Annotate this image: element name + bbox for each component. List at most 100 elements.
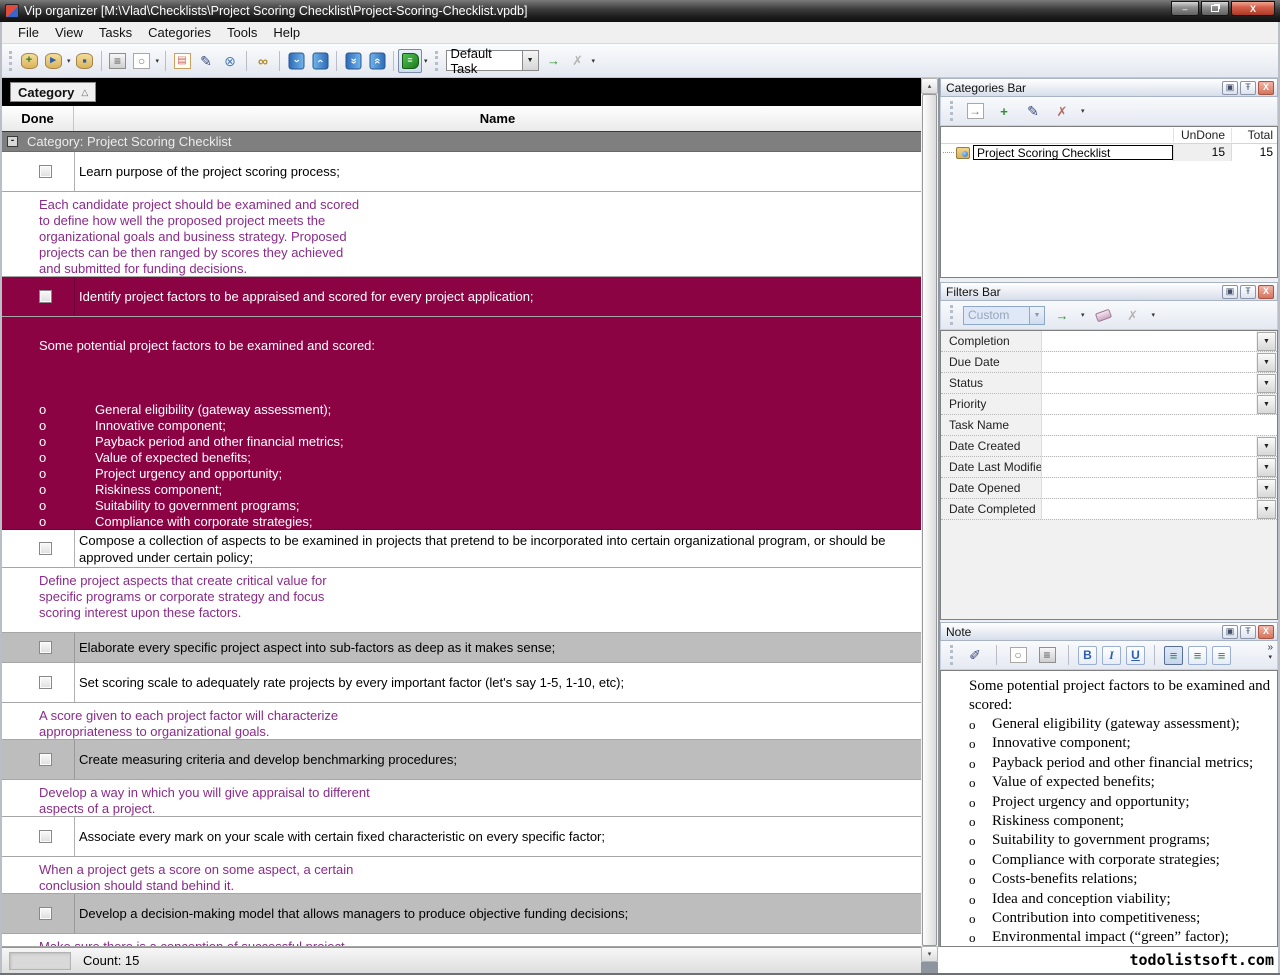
notes-toggle-button[interactable]: ≡ (398, 49, 422, 73)
task-checkbox[interactable] (39, 676, 52, 689)
apply-template-button[interactable]: → (542, 49, 566, 73)
collapse-expander-icon[interactable]: - (7, 136, 18, 147)
close-button[interactable]: X (1231, 1, 1275, 16)
filter-value-field[interactable] (1041, 499, 1256, 519)
dropdown-arrow-icon[interactable]: ▼ (1257, 458, 1276, 477)
task-note[interactable]: When a project gets a score on some aspe… (2, 857, 921, 894)
panel-restore-button[interactable]: ▣ (1222, 625, 1238, 639)
edit-category-button[interactable]: ✎ (1021, 99, 1045, 123)
underline-button[interactable]: U (1126, 646, 1145, 665)
menu-file[interactable]: File (10, 23, 47, 42)
category-name[interactable]: Project Scoring Checklist (973, 145, 1173, 160)
dropdown-arrow-icon[interactable]: ▼ (1257, 353, 1276, 372)
task-row[interactable]: Set scoring scale to adequately rate pro… (2, 663, 921, 703)
note-print-button[interactable]: ≡ (1035, 643, 1059, 667)
new-subcategory-button[interactable]: + (992, 99, 1016, 123)
dropdown-arrow-icon[interactable]: ▼ (1257, 374, 1276, 393)
category-row[interactable]: Project Scoring Checklist 15 15 (941, 144, 1277, 161)
scrollbar-thumb[interactable] (922, 94, 937, 946)
minimize-button[interactable]: – (1171, 1, 1199, 16)
clear-task-button[interactable]: ⊗ (218, 49, 242, 73)
categories-toolbar-grip[interactable] (950, 101, 953, 121)
note-toolbar-overflow-button[interactable]: » ▾ (1266, 643, 1274, 663)
task-note-clipped[interactable]: Make sure there is a conception of succe… (2, 934, 921, 947)
task-row[interactable]: Learn purpose of the project scoring pro… (2, 152, 921, 192)
column-header-undone[interactable]: UnDone (1173, 128, 1231, 142)
column-header-total[interactable]: Total (1231, 128, 1277, 142)
scroll-up-button[interactable]: ▴ (921, 78, 938, 94)
filter-value-field[interactable] (1041, 373, 1256, 393)
task-checkbox[interactable] (39, 542, 52, 555)
toolbar-grip[interactable] (9, 51, 12, 71)
delete-template-button[interactable]: ✗ (566, 49, 590, 73)
filter-value-field[interactable] (1041, 394, 1256, 414)
attach-note-button[interactable]: ✐ (963, 643, 987, 667)
task-note[interactable]: Develop a way in which you will give app… (2, 780, 921, 817)
dropdown-arrow-icon[interactable]: ▼ (1257, 437, 1276, 456)
filter-value-field[interactable] (1041, 415, 1277, 435)
column-header-name[interactable]: Name (74, 106, 921, 131)
bullet-list-button[interactable]: ≡ (1212, 646, 1231, 665)
filter-value-field[interactable] (1041, 436, 1256, 456)
notes-toggle-caret-icon[interactable]: ▾ (424, 57, 428, 65)
panel-close-button[interactable]: X (1258, 81, 1274, 95)
task-row[interactable]: Elaborate every specific project aspect … (2, 633, 921, 663)
bold-button[interactable]: B (1078, 646, 1097, 665)
panel-pin-button[interactable]: Ŧ (1240, 81, 1256, 95)
new-category-button[interactable]: → (963, 99, 987, 123)
panel-pin-button[interactable]: Ŧ (1240, 625, 1256, 639)
delete-category-button[interactable]: ✗ (1050, 99, 1074, 123)
group-by-category-button[interactable]: Category △ (10, 82, 96, 102)
search-button[interactable]: ∞ (251, 49, 275, 73)
task-checkbox[interactable] (39, 830, 52, 843)
task-note[interactable]: Define project aspects that create criti… (2, 568, 921, 633)
menu-tools[interactable]: Tools (219, 23, 265, 42)
note-preview-button[interactable]: ○ (1006, 643, 1030, 667)
list-scrollbar[interactable]: ▴ ▾ (921, 78, 938, 962)
task-note[interactable]: Each candidate project should be examine… (2, 192, 921, 277)
print-preview-caret-icon[interactable]: ▾ (156, 57, 160, 65)
filter-value-field[interactable] (1041, 352, 1256, 372)
panel-close-button[interactable]: X (1258, 285, 1274, 299)
move-up-button[interactable]: › (308, 49, 332, 73)
panel-restore-button[interactable]: ▣ (1222, 285, 1238, 299)
edit-task-button[interactable]: ✎ (194, 49, 218, 73)
open-database-button[interactable]: ▸ (41, 49, 65, 73)
categories-bar-title[interactable]: Categories Bar ▣ Ŧ X (940, 78, 1278, 97)
panel-restore-button[interactable]: ▣ (1222, 81, 1238, 95)
task-checkbox[interactable] (39, 641, 52, 654)
scroll-down-button[interactable]: ▾ (921, 946, 938, 962)
new-database-button[interactable]: + (17, 49, 41, 73)
move-down-button[interactable]: › (284, 49, 308, 73)
print-preview-button[interactable]: ○ (130, 49, 154, 73)
task-row[interactable]: Compose a collection of aspects to be ex… (2, 530, 921, 568)
align-right-button[interactable]: ≡ (1188, 646, 1207, 665)
task-note-selected[interactable]: Some potential project factors to be exa… (2, 317, 921, 530)
toolbar-grip-2[interactable] (435, 51, 438, 71)
move-to-top-button[interactable]: » (365, 49, 389, 73)
dropdown-arrow-icon[interactable]: ▼ (1257, 500, 1276, 519)
dropdown-arrow-icon[interactable]: ▼ (1257, 395, 1276, 414)
task-checkbox[interactable] (39, 290, 52, 303)
panel-close-button[interactable]: X (1258, 625, 1274, 639)
filter-value-field[interactable] (1041, 478, 1256, 498)
column-header-done[interactable]: Done (2, 106, 74, 131)
new-task-button[interactable]: ▤ (170, 49, 194, 73)
move-to-bottom-button[interactable]: » (341, 49, 365, 73)
task-template-dropdown-icon[interactable]: ▼ (522, 50, 539, 71)
filter-value-field[interactable] (1041, 457, 1256, 477)
filter-preset-dropdown-icon[interactable]: ▼ (1029, 306, 1045, 325)
menu-view[interactable]: View (47, 23, 91, 42)
filters-toolbar-grip[interactable] (950, 305, 953, 325)
print-button[interactable]: ≡ (106, 49, 130, 73)
note-panel-title[interactable]: Note ▣ Ŧ X (940, 622, 1278, 641)
categories-toolbar-caret-icon[interactable]: ▾ (1081, 107, 1085, 115)
task-row[interactable]: Create measuring criteria and develop be… (2, 740, 921, 780)
menu-categories[interactable]: Categories (140, 23, 219, 42)
apply-filter-caret-icon[interactable]: ▾ (1081, 311, 1085, 319)
task-row[interactable]: Associate every mark on your scale with … (2, 817, 921, 857)
task-checkbox[interactable] (39, 165, 52, 178)
task-template-combo[interactable]: Default Task ▼ (446, 50, 539, 71)
dropdown-arrow-icon[interactable]: ▼ (1257, 479, 1276, 498)
task-row[interactable]: Develop a decision-making model that all… (2, 894, 921, 934)
